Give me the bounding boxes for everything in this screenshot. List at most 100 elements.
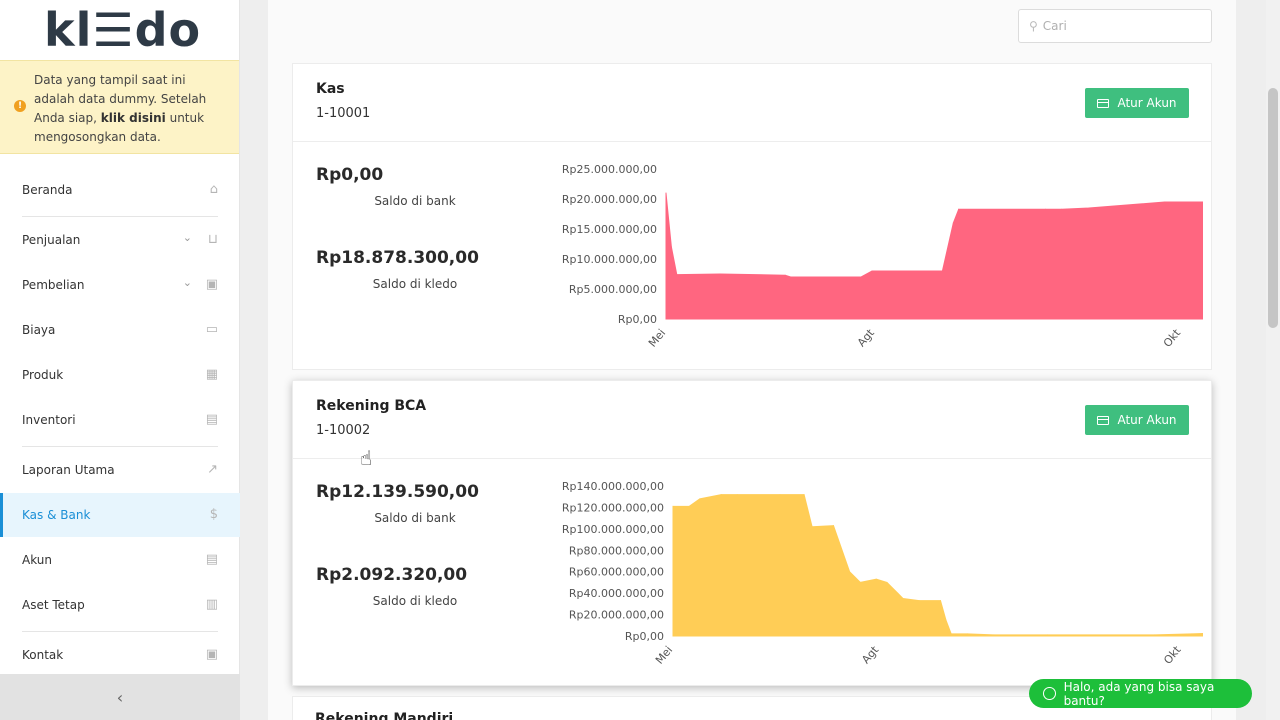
bag-icon: ▣ [205,277,218,292]
sidebar-item-label: Kontak [22,648,64,662]
data-point [1164,201,1166,203]
data-point [1047,634,1048,636]
main-content: ⚲ Kas 1-10001 Atur Akun Rp0,00 Saldo di … [268,0,1236,720]
y-tick-label: Rp15.000.000,00 [562,223,657,236]
sidebar-item-label: Beranda [22,183,73,197]
x-tick-label: Agt [855,326,877,349]
x-tick-label: Mei [646,327,668,350]
sidebar-item-beranda[interactable]: Beranda ⌂ [0,168,240,212]
sidebar-item-laporan-utama[interactable]: Laporan Utama ↗ [0,448,240,492]
y-tick-label: Rp40.000.000,00 [569,587,664,600]
data-point [886,581,888,583]
balance-area [665,192,1203,320]
x-tick-label: Mei [653,644,675,667]
sidebar-item-kas-bank[interactable]: Kas & Bank $ [0,493,240,537]
atur-akun-button[interactable]: Atur Akun [1085,405,1189,435]
clear-data-link[interactable]: klik disini [101,111,166,125]
y-tick-label: Rp140.000.000,00 [562,480,664,493]
search-icon: ⚲ [1029,19,1038,33]
whatsapp-label: Halo, ada yang bisa saya bantu? [1063,679,1215,708]
sidebar-item-label: Penjualan [22,233,81,247]
data-point [790,276,792,278]
list-icon: ▤ [205,552,218,567]
button-label: Atur Akun [1117,96,1177,110]
kledo-logo[interactable]: kl☰do [0,0,239,60]
account-name[interactable]: Rekening Mandiri [315,711,453,720]
sidebar-item-akun[interactable]: Akun ▤ [0,538,240,582]
balance-area [672,494,1203,637]
whatsapp-chat-button[interactable]: Halo, ada yang bisa saya bantu? [1029,679,1252,708]
sidebar-item-biaya[interactable]: Biaya ▭ [0,308,240,352]
x-tick-label: Agt [859,643,881,666]
sidebar-item-penjualan[interactable]: Penjualan ⌄ ⊔ [0,218,240,262]
data-point [676,274,678,276]
sidebar-item-label: Kas & Bank [22,508,91,522]
page-scrollbar[interactable] [1266,0,1280,720]
x-tick-label: Okt [1161,326,1184,350]
data-point [719,273,721,275]
basket-icon: ⊔ [207,232,218,247]
data-point [833,525,834,527]
data-point [849,571,851,573]
chevron-down-icon: ⌄ [182,276,192,289]
data-point [918,600,920,602]
account-code: 1-10002 [316,423,371,438]
data-point [902,598,904,599]
y-tick-label: Rp20.000.000,00 [562,193,657,206]
data-point [811,526,813,528]
kledo-balance-label: Saldo di kledo [372,594,458,608]
data-point [940,600,941,602]
sidebar-item-label: Biaya [22,323,56,337]
chart-icon: ↗ [207,462,218,477]
y-tick-label: Rp100.000.000,00 [562,523,664,536]
data-point [859,581,861,583]
data-point [784,274,786,276]
data-point [1088,207,1090,209]
atur-akun-button[interactable]: Atur Akun [1085,88,1189,118]
building-icon: ▥ [205,597,218,612]
account-name[interactable]: Rekening BCA [316,398,426,414]
sidebar-item-label: Laporan Utama [22,463,115,477]
sidebar-item-label: Aset Tetap [22,598,85,612]
nav-divider [22,216,218,217]
y-tick-label: Rp10.000.000,00 [562,253,657,266]
chevron-down-icon: ⌄ [182,231,192,244]
y-tick-label: Rp5.000.000,00 [569,283,657,296]
data-point [1061,208,1063,210]
y-tick-label: Rp60.000.000,00 [569,566,664,579]
sidebar: kl☰do ! Data yang tampil saat ini adalah… [0,0,240,720]
sidebar-item-label: Akun [22,553,52,567]
data-point [670,246,672,248]
logo-text: kl☰do [44,3,202,57]
kledo-balance: Rp18.878.300,00 [316,248,479,268]
card-header: Kas 1-10001 Atur Akun [293,64,1211,142]
data-point [945,619,947,621]
sidebar-item-inventori[interactable]: Inventori ▤ [0,398,240,442]
data-point [1191,633,1193,635]
sidebar-item-pembelian[interactable]: Pembelian ⌄ ▣ [0,263,240,307]
x-tick-label: Okt [1161,643,1184,667]
data-point [897,592,899,594]
page-gutter [240,0,268,720]
scrollbar-thumb[interactable] [1268,88,1278,328]
sidebar-item-label: Inventori [22,413,76,427]
data-point [871,270,873,272]
search-input[interactable] [1042,19,1193,33]
sidebar-item-aset-tetap[interactable]: Aset Tetap ▥ [0,583,240,627]
data-point [860,276,862,278]
sidebar-item-produk[interactable]: Produk ▦ [0,353,240,397]
y-tick-label: Rp0,00 [625,630,664,643]
nav-divider [22,631,218,632]
data-point [699,498,701,500]
y-tick-label: Rp25.000.000,00 [562,163,657,176]
sidebar-item-kontak[interactable]: Kontak ▣ [0,633,240,677]
account-name[interactable]: Kas [316,81,345,97]
bank-balance-label: Saldo di bank [374,194,456,208]
y-tick-label: Rp80.000.000,00 [569,544,664,557]
collapse-sidebar-button[interactable]: ‹ [0,674,240,720]
data-point [958,208,960,210]
balance-chart-bca: Rp0,00 Rp20.000.000,00 Rp40.000.000,00 Rp60… [562,480,1203,667]
search-box[interactable]: ⚲ [1018,9,1212,43]
whatsapp-icon [1043,687,1056,700]
data-point [952,222,954,224]
